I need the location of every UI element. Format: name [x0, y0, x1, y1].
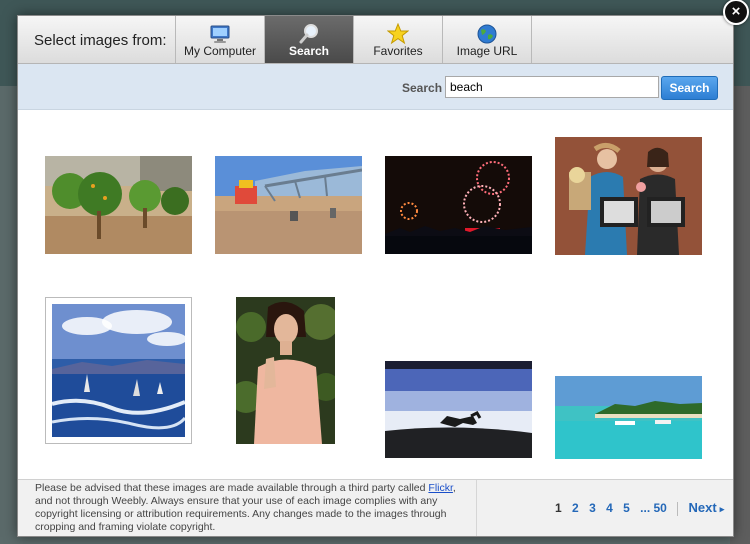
page-2[interactable]: 2	[572, 501, 579, 515]
result-image-windsurfers[interactable]	[45, 297, 192, 444]
tab-image-url[interactable]: Image URL	[442, 16, 532, 63]
tab-my-computer[interactable]: My Computer	[175, 16, 264, 63]
copyright-notice: Please be advised that these images are …	[35, 482, 475, 534]
page-5[interactable]: 5	[623, 501, 630, 515]
source-tab-bar: Select images from: My Computer Search F…	[18, 16, 733, 64]
result-image-orchard[interactable]	[45, 156, 192, 254]
next-arrow-icon: ▸	[719, 504, 725, 514]
search-bar: Search Search	[18, 64, 733, 110]
result-image-beach-playground[interactable]	[215, 156, 362, 254]
search-input[interactable]	[445, 76, 659, 98]
footer-divider	[476, 480, 477, 536]
tab-label: My Computer	[183, 44, 257, 58]
tab-label: Image URL	[456, 44, 518, 58]
close-icon[interactable]: ×	[723, 0, 749, 25]
result-image-two-women[interactable]	[555, 137, 702, 255]
image-picker-dialog: Select images from: My Computer Search F…	[17, 15, 734, 537]
computer-icon	[209, 23, 231, 45]
tab-search[interactable]: Search	[264, 16, 353, 63]
magnifier-icon	[298, 23, 320, 45]
next-label: Next	[688, 500, 717, 515]
tab-label: Search	[288, 44, 330, 58]
select-images-label: Select images from:	[34, 32, 167, 49]
tab-label: Favorites	[373, 44, 423, 58]
page-1: 1	[555, 501, 562, 515]
result-image-portrait[interactable]	[236, 297, 335, 444]
notice-text: Please be advised that these images are …	[35, 482, 429, 494]
result-image-tropical-beach[interactable]	[555, 376, 702, 459]
globe-icon	[476, 23, 498, 45]
result-image-fireworks[interactable]	[385, 156, 532, 254]
copyright-footer: Please be advised that these images are …	[18, 479, 733, 536]
tab-favorites[interactable]: Favorites	[353, 16, 442, 63]
image-results-grid	[18, 110, 733, 478]
pager-separator	[677, 501, 679, 516]
search-button[interactable]: Search	[661, 76, 718, 100]
page-4[interactable]: 4	[606, 501, 613, 515]
page-3[interactable]: 3	[589, 501, 596, 515]
flickr-link[interactable]: Flickr	[428, 482, 453, 494]
search-label: Search	[402, 81, 443, 95]
star-icon	[386, 22, 410, 45]
page-last[interactable]: ... 50	[640, 501, 667, 515]
next-page-link[interactable]: Next ▸	[689, 500, 725, 515]
pagination: 1 2 3 4 5 ... 50 Next ▸	[555, 500, 731, 516]
result-image-dog-beach[interactable]	[385, 361, 532, 458]
